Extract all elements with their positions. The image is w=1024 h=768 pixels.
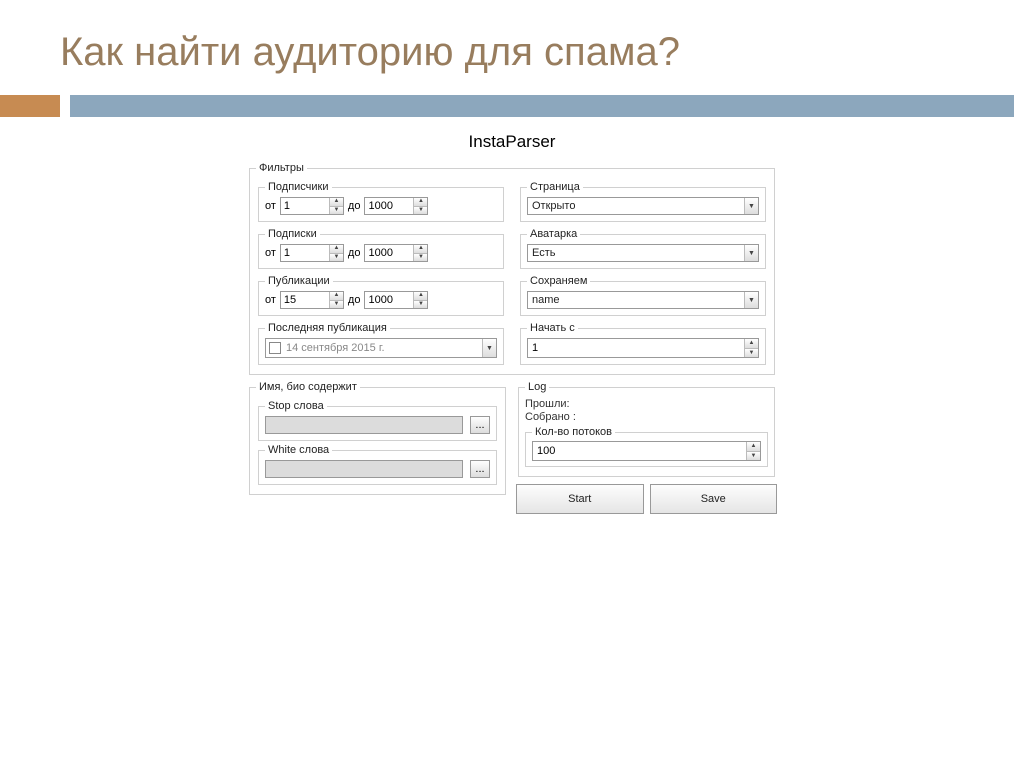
- subscriptions-group: Подписки от ▲▼ до ▲▼: [258, 228, 504, 269]
- threads-stepper[interactable]: ▲▼: [532, 441, 761, 461]
- bio-group: Имя, био содержит Stop слова ... White с…: [249, 381, 506, 495]
- filters-group: Фильтры Подписчики от ▲▼ до ▲▼: [249, 162, 775, 375]
- avatar-group: Аватарка Есть ▼: [520, 228, 766, 269]
- subscribers-to-stepper[interactable]: ▲▼: [364, 197, 428, 215]
- spin-up-icon[interactable]: ▲: [414, 245, 427, 254]
- checkbox-icon[interactable]: [269, 342, 281, 354]
- spin-down-icon[interactable]: ▼: [747, 452, 760, 461]
- posts-to-stepper[interactable]: ▲▼: [364, 291, 428, 309]
- start-button[interactable]: Start: [516, 484, 644, 514]
- posts-from-stepper[interactable]: ▲▼: [280, 291, 344, 309]
- app-title: InstaParser: [0, 132, 1024, 152]
- slide-title: Как найти аудиторию для спама?: [0, 0, 1024, 95]
- white-words-input[interactable]: [265, 460, 463, 478]
- spin-up-icon[interactable]: ▲: [414, 292, 427, 301]
- spin-down-icon[interactable]: ▼: [414, 207, 427, 215]
- chevron-down-icon[interactable]: ▼: [744, 292, 758, 308]
- spin-down-icon[interactable]: ▼: [745, 349, 758, 358]
- spin-up-icon[interactable]: ▲: [747, 442, 760, 452]
- chevron-down-icon[interactable]: ▼: [482, 339, 496, 357]
- white-words-group: White слова ...: [258, 444, 497, 485]
- spin-down-icon[interactable]: ▼: [414, 301, 427, 309]
- spin-up-icon[interactable]: ▲: [330, 292, 343, 301]
- accent-blue: [70, 95, 1014, 117]
- chevron-down-icon[interactable]: ▼: [744, 198, 758, 214]
- chevron-down-icon[interactable]: ▼: [744, 245, 758, 261]
- subscribers-from-stepper[interactable]: ▲▼: [280, 197, 344, 215]
- subscribers-group: Подписчики от ▲▼ до ▲▼: [258, 181, 504, 222]
- spin-up-icon[interactable]: ▲: [414, 198, 427, 207]
- white-words-browse-button[interactable]: ...: [470, 460, 490, 478]
- stop-words-input[interactable]: [265, 416, 463, 434]
- spin-down-icon[interactable]: ▼: [414, 254, 427, 262]
- start-from-group: Начать с ▲▼: [520, 322, 766, 365]
- page-group: Страница Открыто ▼: [520, 181, 766, 222]
- subscriptions-from-stepper[interactable]: ▲▼: [280, 244, 344, 262]
- spin-up-icon[interactable]: ▲: [330, 198, 343, 207]
- log-collected: Собрано :: [525, 411, 768, 423]
- spin-down-icon[interactable]: ▼: [330, 301, 343, 309]
- accent-bar: [0, 95, 1024, 117]
- avatar-select[interactable]: Есть ▼: [527, 244, 759, 262]
- last-post-group: Последняя публикация 14 сентября 2015 г.…: [258, 322, 504, 365]
- spin-up-icon[interactable]: ▲: [330, 245, 343, 254]
- stop-words-browse-button[interactable]: ...: [470, 416, 490, 434]
- app-window: Фильтры Подписчики от ▲▼ до ▲▼: [247, 162, 777, 514]
- stop-words-group: Stop слова ...: [258, 400, 497, 441]
- save-button[interactable]: Save: [650, 484, 778, 514]
- last-post-date[interactable]: 14 сентября 2015 г. ▼: [265, 338, 497, 358]
- filters-legend: Фильтры: [256, 162, 307, 174]
- subscriptions-to-stepper[interactable]: ▲▼: [364, 244, 428, 262]
- save-as-select[interactable]: name ▼: [527, 291, 759, 309]
- posts-group: Публикации от ▲▼ до ▲▼: [258, 275, 504, 316]
- accent-orange: [0, 95, 60, 117]
- log-group: Log Прошли: Собрано : Кол-во потоков ▲▼: [518, 381, 775, 477]
- save-as-group: Сохраняем name ▼: [520, 275, 766, 316]
- threads-group: Кол-во потоков ▲▼: [525, 426, 768, 467]
- page-select[interactable]: Открыто ▼: [527, 197, 759, 215]
- start-from-stepper[interactable]: ▲▼: [527, 338, 759, 358]
- spin-up-icon[interactable]: ▲: [745, 339, 758, 349]
- spin-down-icon[interactable]: ▼: [330, 254, 343, 262]
- log-passed: Прошли:: [525, 398, 768, 410]
- spin-down-icon[interactable]: ▼: [330, 207, 343, 215]
